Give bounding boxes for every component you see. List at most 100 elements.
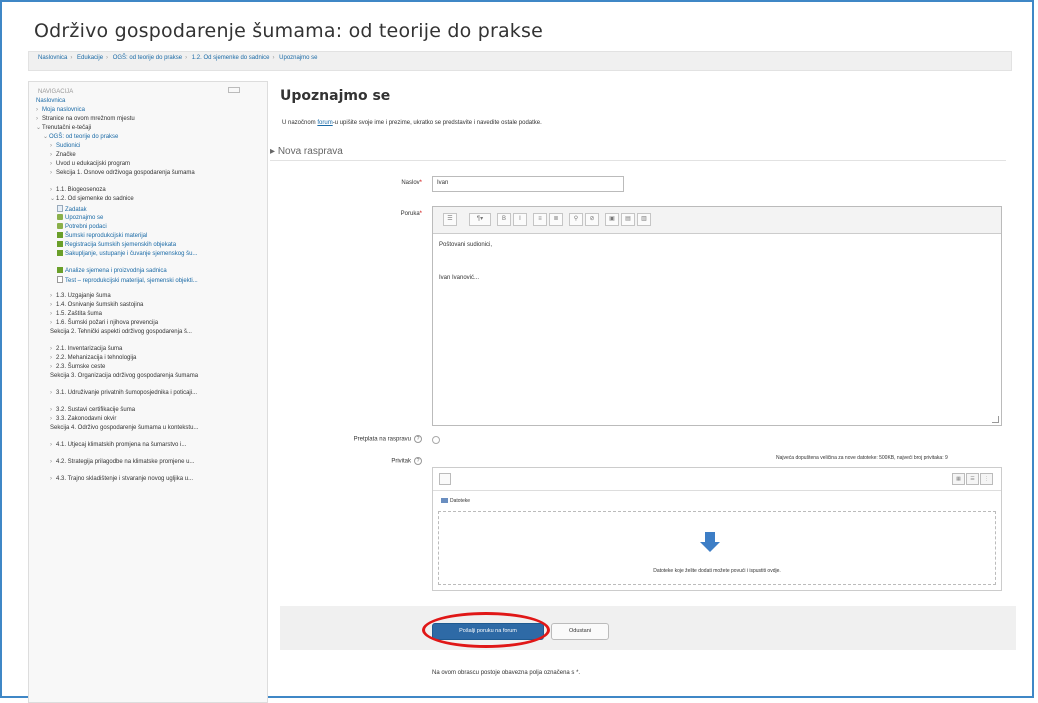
attachment-label: Privitak? xyxy=(330,457,422,465)
subject-input[interactable]: Ivan xyxy=(432,176,624,192)
resize-handle-icon[interactable] xyxy=(992,416,999,423)
help-icon[interactable]: ? xyxy=(414,457,422,465)
sidebar-item-label[interactable]: Registracija šumskih sjemenskih objekata xyxy=(65,242,176,248)
breadcrumb-separator: › xyxy=(70,55,73,61)
sidebar-item[interactable]: › 1.4. Osnivanje šumskih sastojina xyxy=(36,302,260,311)
numbered-list-icon[interactable]: ≣ xyxy=(549,213,563,226)
sidebar-item-label: 3.3. Zakonodavni okvir xyxy=(56,416,117,422)
sidebar-item[interactable]: › 1.3. Uzgajanje šuma xyxy=(36,293,260,302)
cancel-button[interactable]: Odustani xyxy=(551,623,609,640)
dock-block-icon[interactable] xyxy=(228,87,240,93)
sidebar-item-label[interactable]: Sudionici xyxy=(56,143,80,149)
sidebar-item[interactable]: › 1.5. Zaštita šuma xyxy=(36,311,260,320)
sidebar-item[interactable]: Potrebni podaci xyxy=(36,223,260,232)
toolbar-toggle-icon[interactable]: ☰ xyxy=(443,213,457,226)
required-fields-note: Na ovom obrascu postoje obavezna polja o… xyxy=(432,670,581,676)
sidebar-item[interactable]: ⌄Trenutačni e-tečaji xyxy=(36,125,260,134)
help-icon[interactable]: ? xyxy=(414,435,422,443)
drop-zone-text: Datoteke koje želite dodati možete povuć… xyxy=(653,568,781,574)
add-file-icon[interactable] xyxy=(439,473,451,485)
sidebar-item[interactable]: Sekcija 4. Održivo gospodarenje šumama u… xyxy=(36,425,260,442)
editor-content[interactable]: Poštovani sudionici, Ivan Ivanović... xyxy=(433,234,1001,316)
breadcrumb-separator: › xyxy=(185,55,188,61)
subscribe-checkbox[interactable] xyxy=(432,436,440,444)
subscribe-label: Pretplata na raspravu? xyxy=(300,435,422,443)
sidebar-item[interactable]: Zadatak xyxy=(36,205,260,214)
paragraph-style-icon[interactable]: ¶▾ xyxy=(469,213,491,226)
icon-view-icon[interactable]: ▦ xyxy=(952,473,965,485)
forum-heading: Upoznajmo se xyxy=(280,88,391,104)
sidebar-item[interactable]: Naslovnica xyxy=(36,98,260,107)
media-icon[interactable]: ▤ xyxy=(621,213,635,226)
sidebar-item-label[interactable]: Moja naslovnica xyxy=(42,107,85,113)
tree-view-icon[interactable]: ⋮ xyxy=(980,473,993,485)
sidebar-item-label[interactable]: Sakupljanje, ustupanje i čuvanje sjemens… xyxy=(65,251,197,257)
sidebar-item[interactable]: Analize sjemena i proizvodnja sadnica xyxy=(36,267,260,276)
sidebar-item[interactable]: ⌄OGŠ: od teorije do prakse xyxy=(36,134,260,143)
sidebar-item[interactable]: › 4.3. Trajno skladištenje i stvaranje no… xyxy=(36,476,260,493)
sidebar-item-label: 1.4. Osnivanje šumskih sastojina xyxy=(56,302,144,308)
intro-forum-link[interactable]: forum xyxy=(317,120,332,126)
sidebar-item[interactable]: › Sudionici xyxy=(36,143,260,152)
sidebar-item-label[interactable]: Upoznajmo se xyxy=(65,215,103,221)
sidebar-item-label: 3.1. Udruživanje privatnih šumoposjednik… xyxy=(56,390,198,396)
sidebar-item-label: Sekcija 1. Osnove održivoga gospodarenja… xyxy=(56,170,195,176)
sidebar-item[interactable]: › Moja naslovnica xyxy=(36,107,260,116)
sidebar-item[interactable]: › 2.2. Mehanizacija i tehnologija xyxy=(36,355,260,364)
sidebar-item[interactable]: › Sekcija 1. Osnove održivoga gospodarenj… xyxy=(36,170,260,187)
sidebar-item[interactable]: › 3.1. Udruživanje privatnih šumoposjedni… xyxy=(36,390,260,407)
bullet-list-icon[interactable]: ≡ xyxy=(533,213,547,226)
sidebar-item[interactable]: › 4.1. Utjecaj klimatskih promjena na šum… xyxy=(36,442,260,459)
bold-icon[interactable]: B xyxy=(497,213,511,226)
sidebar-item[interactable]: Upoznajmo se xyxy=(36,214,260,223)
breadcrumb-link[interactable]: OGŠ: od teorije do prakse xyxy=(113,55,182,61)
file-path[interactable]: Datoteke xyxy=(441,498,470,504)
italic-icon[interactable]: I xyxy=(513,213,527,226)
sidebar-item[interactable]: Sekcija 2. Tehnički aspekti održivog gos… xyxy=(36,329,260,346)
breadcrumb-link[interactable]: Upoznajmo se xyxy=(279,55,317,61)
file-icon xyxy=(57,276,63,283)
sidebar-item[interactable]: Test – reprodukcijski materijal, sjemens… xyxy=(36,276,260,293)
sidebar-item[interactable]: Sekcija 3. Organizacija održivog gospoda… xyxy=(36,373,260,390)
sidebar-item[interactable]: › 2.1. Inventarizacija šuma xyxy=(36,346,260,355)
sidebar-item[interactable]: › 4.2. Strategija prilagodbe na klimatske… xyxy=(36,459,260,476)
sidebar-item[interactable]: › Uvod u edukacijski program xyxy=(36,161,260,170)
legend-divider xyxy=(270,160,1006,161)
sidebar-item[interactable]: › 2.3. Šumske ceste xyxy=(36,364,260,373)
sidebar-item[interactable]: › 1.6. Šumski požari i njihova prevencija xyxy=(36,320,260,329)
sidebar-item-label: Značke xyxy=(56,152,76,158)
list-view-icon[interactable]: ☰ xyxy=(966,473,979,485)
sidebar-item-label[interactable]: Naslovnica xyxy=(36,98,65,104)
sidebar-item-label: 3.2. Sustavi certifikacije šuma xyxy=(56,407,136,413)
sidebar-item-label[interactable]: Šumski reprodukcijski materijal xyxy=(65,233,147,239)
image-icon[interactable]: ▣ xyxy=(605,213,619,226)
subscribe-label-text: Pretplata na raspravu xyxy=(353,436,411,443)
sidebar-item-label: 2.1. Inventarizacija šuma xyxy=(56,346,123,352)
sidebar-item[interactable]: › 3.3. Zakonodavni okvir xyxy=(36,416,260,425)
sidebar-item-label[interactable]: Test – reprodukcijski materijal, sjemens… xyxy=(65,278,198,284)
sidebar-item-label[interactable]: OGŠ: od teorije do prakse xyxy=(49,134,118,140)
sidebar-item[interactable]: Registracija šumskih sjemenskih objekata xyxy=(36,241,260,250)
sidebar-item[interactable]: ⌄1.2. Od sjemenke do sadnice xyxy=(36,196,260,205)
sidebar-item[interactable]: › Značke xyxy=(36,152,260,161)
folder-icon xyxy=(441,498,448,503)
sidebar-item-label[interactable]: Zadatak xyxy=(65,207,87,213)
breadcrumb-link[interactable]: 1.2. Od sjemenke do sadnice xyxy=(192,55,270,61)
sidebar-item[interactable]: › 1.1. Biogeosenoza xyxy=(36,187,260,196)
navigation-header: NAVIGACIJA xyxy=(38,89,74,95)
breadcrumb-link[interactable]: Edukacije xyxy=(77,55,103,61)
sidebar-item[interactable]: › 3.2. Sustavi certifikacije šuma xyxy=(36,407,260,416)
breadcrumb-link[interactable]: Naslovnica xyxy=(38,55,67,61)
link-icon[interactable]: ⚲ xyxy=(569,213,583,226)
new-discussion-legend[interactable]: ▸ Nova rasprava xyxy=(270,146,343,157)
sidebar-item-label[interactable]: Analize sjemena i proizvodnja sadnica xyxy=(65,268,167,274)
file-drop-zone[interactable]: Datoteke koje želite dodati možete povuć… xyxy=(438,511,996,585)
sidebar-item[interactable]: Sakupljanje, ustupanje i čuvanje sjemens… xyxy=(36,250,260,267)
required-marker: * xyxy=(419,211,422,217)
file-manager-icon[interactable]: ▥ xyxy=(637,213,651,226)
sidebar-item[interactable]: › Stranice na ovom mrežnom mjestu xyxy=(36,116,260,125)
unlink-icon[interactable]: ⊘ xyxy=(585,213,599,226)
message-editor[interactable]: ☰ ¶▾ B I ≡ ≣ ⚲ ⊘ ▣ ▤ ▥ Poštovani sudioni… xyxy=(432,206,1002,426)
sidebar-item-label[interactable]: Potrebni podaci xyxy=(65,224,107,230)
sidebar-item[interactable]: Šumski reprodukcijski materijal xyxy=(36,232,260,241)
